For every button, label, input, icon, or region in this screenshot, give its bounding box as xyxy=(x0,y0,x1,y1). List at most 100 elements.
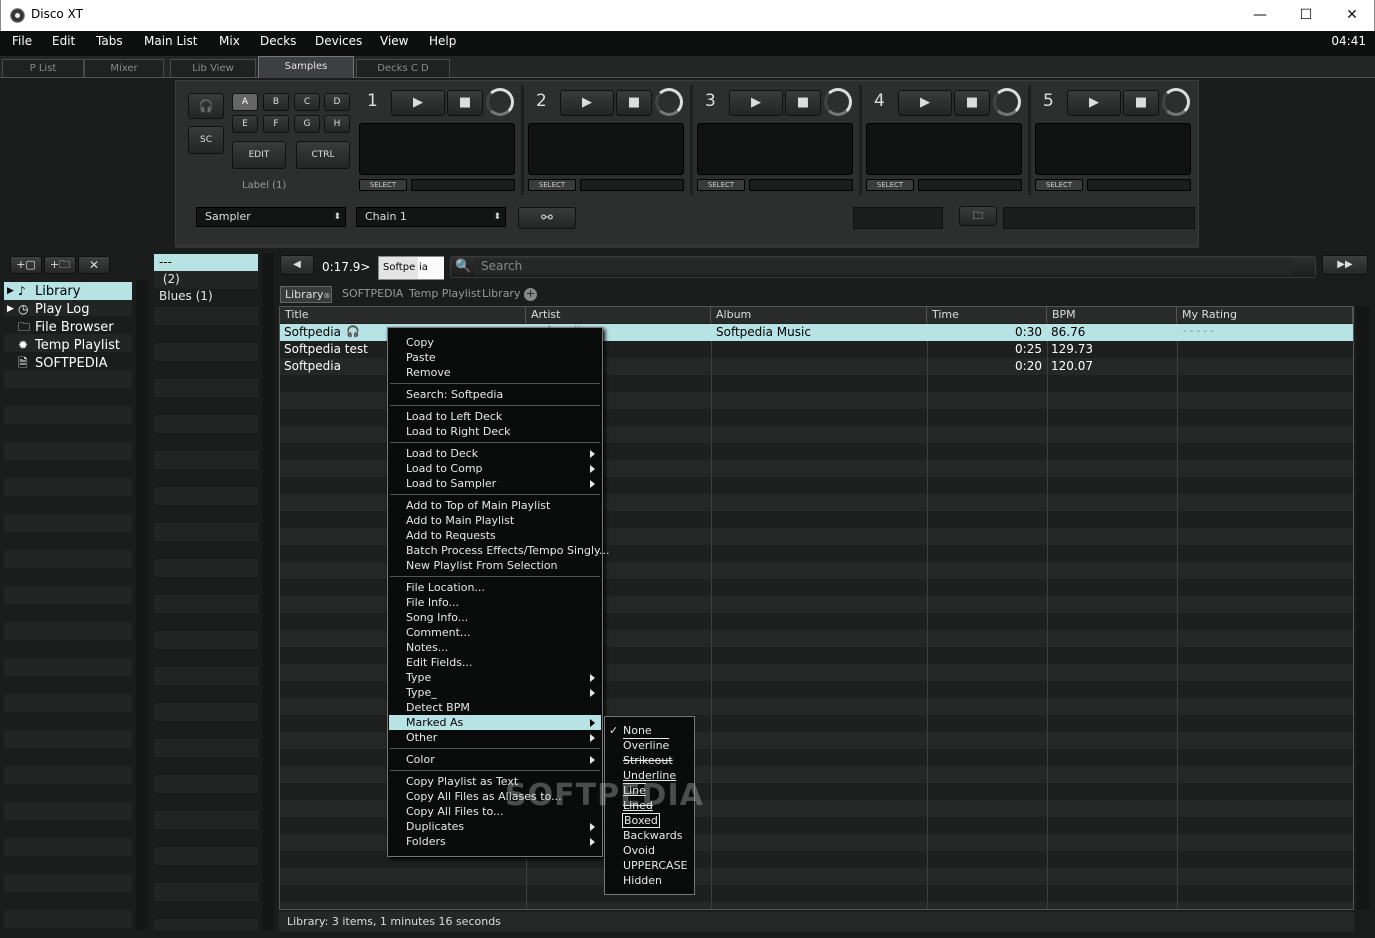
forward-button[interactable]: ▶▶ xyxy=(1322,255,1368,275)
list-tab-temp-playlist[interactable]: Temp Playlist xyxy=(409,287,481,300)
marked-as-overline[interactable]: Overline xyxy=(606,738,693,753)
search-chip[interactable]: Softpe ia xyxy=(378,256,444,280)
sidebar-item-play-log[interactable]: ▶ ◷ Play Log xyxy=(4,300,132,318)
expand-icon[interactable]: ▶ xyxy=(7,282,14,300)
slot-stop-button[interactable]: ■ xyxy=(616,90,652,116)
tab-lib-view[interactable]: Lib View xyxy=(170,59,256,77)
menu-item-edit-fields[interactable]: Edit Fields... xyxy=(389,655,601,670)
menu-item-remove[interactable]: Remove xyxy=(389,365,601,380)
menu-item-folders[interactable]: Folders xyxy=(389,834,601,849)
slot-volume-knob[interactable] xyxy=(486,88,514,116)
minimize-button[interactable]: — xyxy=(1237,0,1283,31)
close-window-button[interactable]: ✕ xyxy=(1329,0,1375,31)
menu-item-file-info[interactable]: File Info... xyxy=(389,595,601,610)
menu-item-copy[interactable]: Copy xyxy=(389,335,601,350)
menu-item-load-to-sampler[interactable]: Load to Sampler xyxy=(389,476,601,491)
menu-item-duplicates[interactable]: Duplicates xyxy=(389,819,601,834)
menu-item-add-to-requests[interactable]: Add to Requests xyxy=(389,528,601,543)
ctrl-button[interactable]: CTRL xyxy=(296,141,350,169)
bank-a-button[interactable]: A xyxy=(232,93,258,111)
sidebar-item-library[interactable]: ▶ ♪ Library xyxy=(4,282,132,300)
menu-tabs[interactable]: Tabs xyxy=(96,34,123,48)
menu-item-search-softpedia[interactable]: Search: Softpedia xyxy=(389,387,601,402)
menu-item-load-to-right-deck[interactable]: Load to Right Deck xyxy=(389,424,601,439)
tab-samples[interactable]: Samples xyxy=(258,56,354,78)
menu-mix[interactable]: Mix xyxy=(219,34,240,48)
slot-select-button[interactable]: SELECT xyxy=(866,179,914,191)
column-my-rating[interactable]: My Rating xyxy=(1177,307,1353,323)
menu-item-notes[interactable]: Notes... xyxy=(389,640,601,655)
slot-volume-knob[interactable] xyxy=(1162,88,1190,116)
menu-help[interactable]: Help xyxy=(429,34,456,48)
menu-item-detect-bpm[interactable]: Detect BPM xyxy=(389,700,601,715)
menu-item-song-info[interactable]: Song Info... xyxy=(389,610,601,625)
tab-decks-c-d[interactable]: Decks C D xyxy=(356,59,450,77)
close-tab-icon[interactable]: ⊗ xyxy=(323,291,330,300)
add-playlist-button[interactable]: +▢ xyxy=(10,256,42,274)
slot-stop-button[interactable]: ■ xyxy=(1123,90,1159,116)
maximize-button[interactable]: ☐ xyxy=(1283,0,1329,31)
list-tab-library-2[interactable]: Library xyxy=(482,287,520,300)
menu-item-file-location[interactable]: File Location... xyxy=(389,580,601,595)
column-title[interactable]: Title xyxy=(280,307,526,323)
column-time[interactable]: Time xyxy=(927,307,1047,323)
genre-item[interactable]: --- xyxy=(154,254,258,271)
slot-volume-knob[interactable] xyxy=(993,88,1021,116)
add-folder-button[interactable]: +🗀 xyxy=(44,256,76,274)
slot-play-button[interactable]: ▶ xyxy=(729,90,783,116)
menu-item-load-to-deck[interactable]: Load to Deck xyxy=(389,446,601,461)
marked-as-ovoid[interactable]: Ovoid xyxy=(606,843,693,858)
expand-icon[interactable]: ▶ xyxy=(7,300,14,318)
menu-item-type[interactable]: Type_ xyxy=(389,685,601,700)
menu-item-add-to-main-playlist[interactable]: Add to Main Playlist xyxy=(389,513,601,528)
folder-button[interactable]: 🗀 xyxy=(959,206,997,226)
slot-stop-button[interactable]: ■ xyxy=(785,90,821,116)
marked-as-backwards[interactable]: Backwards xyxy=(606,828,693,843)
menu-edit[interactable]: Edit xyxy=(52,34,75,48)
slot-volume-knob[interactable] xyxy=(824,88,852,116)
menu-item-comment[interactable]: Comment... xyxy=(389,625,601,640)
slot-play-button[interactable]: ▶ xyxy=(391,90,445,116)
bank-h-button[interactable]: H xyxy=(324,115,350,133)
bank-d-button[interactable]: D xyxy=(324,93,350,111)
slot-play-button[interactable]: ▶ xyxy=(898,90,952,116)
slot-play-button[interactable]: ▶ xyxy=(1067,90,1121,116)
marked-as-hidden[interactable]: Hidden xyxy=(606,873,693,888)
bank-f-button[interactable]: F xyxy=(263,115,289,133)
slot-select-button[interactable]: SELECT xyxy=(1035,179,1083,191)
menu-item-color[interactable]: Color xyxy=(389,752,601,767)
tab-mixer[interactable]: Mixer xyxy=(84,59,164,77)
bank-e-button[interactable]: E xyxy=(232,115,258,133)
menu-item-batch-process-effects-tempo-singly[interactable]: Batch Process Effects/Tempo Singly... xyxy=(389,543,609,558)
column-bpm[interactable]: BPM xyxy=(1047,307,1177,323)
menu-item-load-to-comp[interactable]: Load to Comp xyxy=(389,461,601,476)
chain-combo[interactable]: Chain 1 ⬍ xyxy=(356,207,506,227)
menu-item-paste[interactable]: Paste xyxy=(389,350,601,365)
genre-scrollbar[interactable] xyxy=(262,253,274,930)
search-input[interactable]: Search xyxy=(475,259,1291,275)
menu-view[interactable]: View xyxy=(380,34,408,48)
headphones-button[interactable]: 🎧 xyxy=(188,93,224,119)
genre-item[interactable]: (2) xyxy=(154,271,258,288)
marked-as-strikeout[interactable]: Strikeout xyxy=(606,753,693,768)
menu-file[interactable]: File xyxy=(12,34,32,48)
marked-as-none[interactable]: ✓ None xyxy=(606,723,693,738)
bank-b-button[interactable]: B xyxy=(263,93,289,111)
column-artist[interactable]: Artist xyxy=(526,307,711,323)
sidebar-item-file-browser[interactable]: 🗀 File Browser xyxy=(4,318,132,336)
bank-g-button[interactable]: G xyxy=(294,115,320,133)
genre-item[interactable]: Blues (1) xyxy=(154,288,258,305)
sc-button[interactable]: SC xyxy=(188,126,224,154)
menu-item-other[interactable]: Other xyxy=(389,730,601,745)
menu-item-type[interactable]: Type xyxy=(389,670,601,685)
list-tab-softpedia[interactable]: SOFTPEDIA xyxy=(342,287,403,300)
sidebar-scrollbar[interactable] xyxy=(136,280,148,930)
marked-as-uppercase[interactable]: UPPERCASE xyxy=(606,858,693,873)
slot-stop-button[interactable]: ■ xyxy=(447,90,483,116)
edit-button[interactable]: EDIT xyxy=(232,141,286,169)
delete-button[interactable]: ✕ xyxy=(78,256,110,274)
menu-main-list[interactable]: Main List xyxy=(144,34,197,48)
menu-decks[interactable]: Decks xyxy=(260,34,296,48)
column-album[interactable]: Album xyxy=(711,307,927,323)
marked-as-boxed[interactable]: Boxed xyxy=(606,813,693,828)
